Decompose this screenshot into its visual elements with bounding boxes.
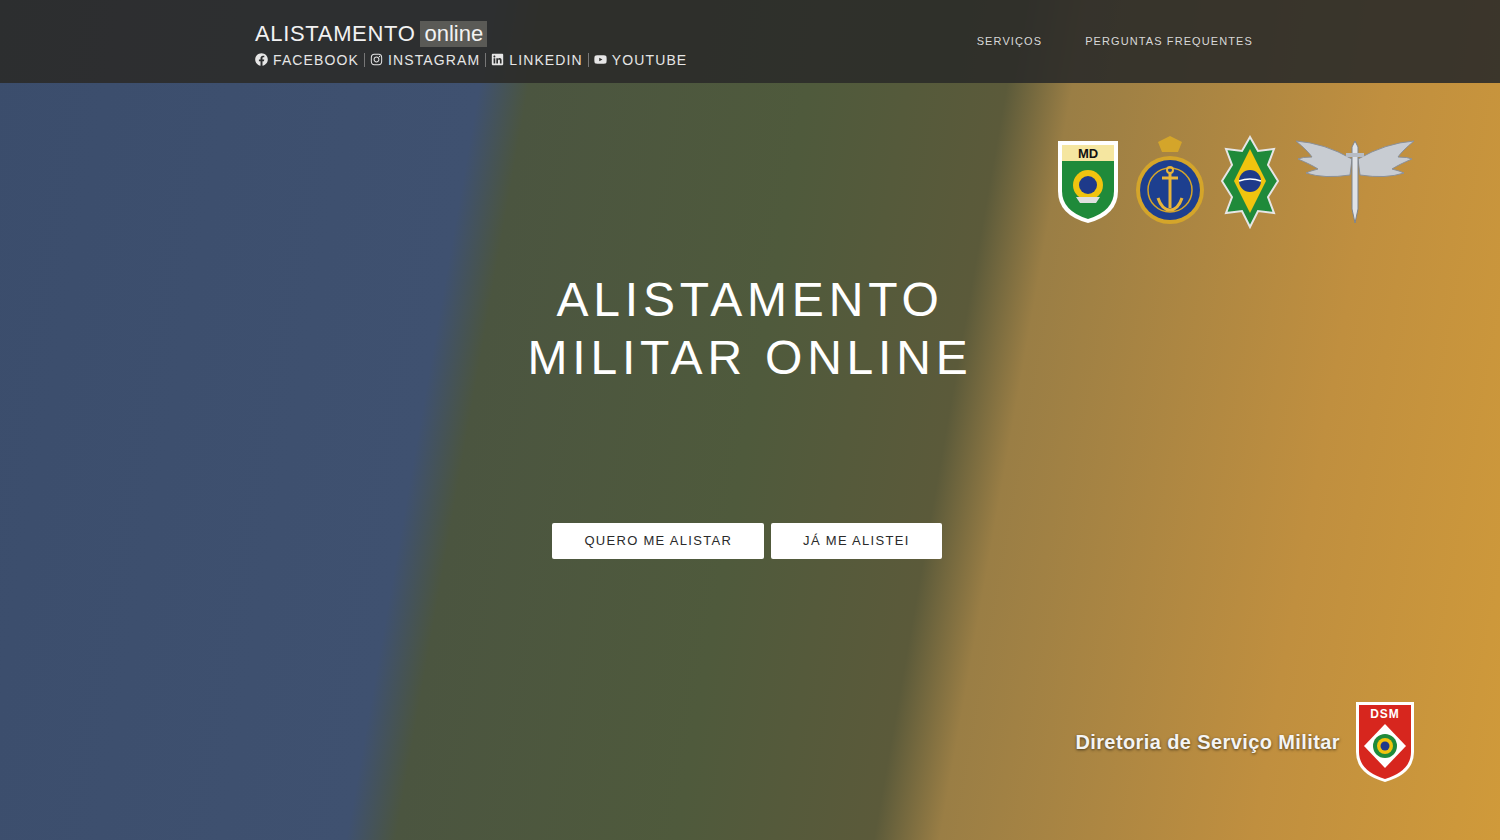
hero-title: ALISTAMENTOMILITAR ONLINE	[0, 271, 1500, 387]
hero-button[interactable]: QUERO ME ALISTAR	[552, 523, 764, 559]
brand-block: ALISTAMENTOonline FACEBOOKINSTAGRAMLINKED…	[255, 17, 692, 67]
hero-buttons: QUERO ME ALISTARJÁ ME ALISTEI	[0, 523, 1500, 559]
air-force-emblem-icon	[1294, 137, 1416, 227]
main-nav: SERVIÇOS PERGUNTAS FREQUENTES	[977, 33, 1253, 50]
brand-name: ALISTAMENTO	[255, 23, 415, 45]
top-bar: ALISTAMENTOonline FACEBOOKINSTAGRAMLINKED…	[0, 0, 1500, 83]
hero-title-line: ALISTAMENTO	[556, 271, 943, 329]
social-link[interactable]: FACEBOOK	[255, 53, 364, 67]
nav-link[interactable]: SERVIÇOS	[977, 33, 1042, 50]
emblem-row: MD	[0, 83, 1500, 229]
footer-org: Diretoria de Serviço Militar DSM	[0, 700, 1500, 784]
org-name: Diretoria de Serviço Militar	[1075, 727, 1340, 757]
linkedin-icon	[491, 53, 504, 66]
youtube-icon	[594, 53, 607, 66]
social-link[interactable]: YOUTUBE	[588, 53, 693, 67]
md-emblem-icon: MD	[1056, 139, 1120, 225]
dsm-logo-icon: DSM	[1354, 700, 1416, 784]
brand-logo[interactable]: ALISTAMENTOonline	[255, 21, 692, 47]
army-emblem-icon	[1220, 135, 1280, 229]
svg-text:DSM: DSM	[1370, 707, 1400, 721]
brand-tag: online	[420, 21, 487, 47]
social-links: FACEBOOKINSTAGRAMLINKEDINYOUTUBE	[255, 53, 692, 67]
hero: MD ALISTAMENTOMILITAR ONLINE QUERO ME ALIS…	[0, 83, 1500, 840]
svg-text:MD: MD	[1078, 146, 1098, 161]
hero-button[interactable]: JÁ ME ALISTEI	[771, 523, 941, 559]
facebook-icon	[255, 53, 268, 66]
social-link[interactable]: LINKEDIN	[485, 53, 588, 67]
social-link[interactable]: INSTAGRAM	[364, 53, 485, 67]
page: ALISTAMENTOonlineFACEBOOKINSTAGRAMLINKED…	[0, 0, 1500, 840]
instagram-icon	[370, 53, 383, 66]
nav-link[interactable]: PERGUNTAS FREQUENTES	[1085, 33, 1253, 50]
navy-emblem-icon	[1134, 136, 1206, 228]
hero-title-line: MILITAR ONLINE	[527, 329, 972, 387]
